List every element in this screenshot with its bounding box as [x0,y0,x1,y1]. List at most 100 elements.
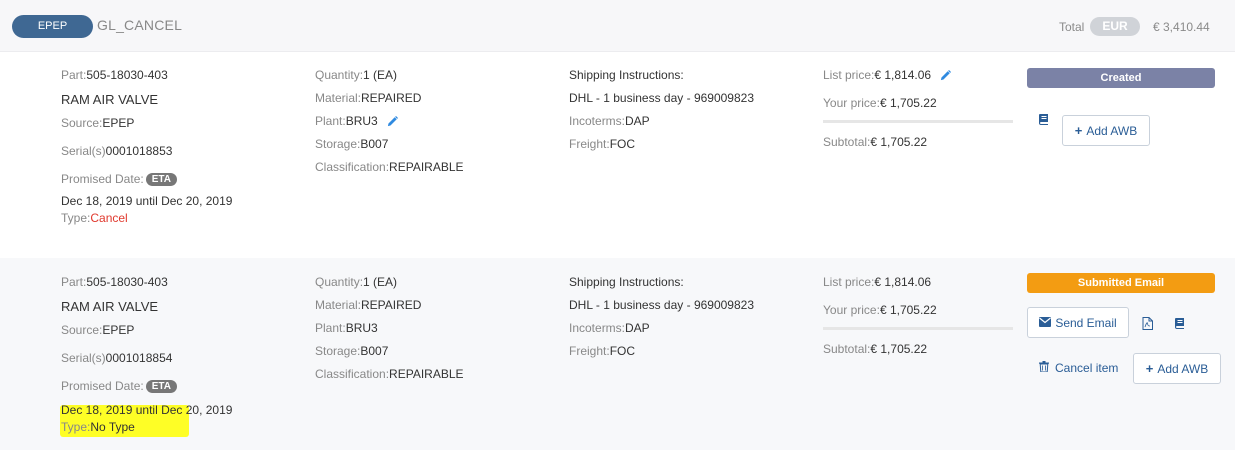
promised-date-row: Promised Date: ETA [61,379,177,401]
plant-row: Plant:BRU3 [315,114,464,137]
incoterms-row: Incoterms:DAP [569,321,754,344]
storage-value: B007 [360,137,389,151]
add-awb-button[interactable]: + Add AWB [1062,115,1150,146]
subtotal-row: Subtotal:€ 1,705.22 [823,342,1013,356]
trash-icon [1039,361,1049,375]
source-value: EPEP [102,116,135,130]
source-label: Source: [61,116,103,130]
edit-plant-pencil-icon[interactable] [387,116,399,130]
incoterms-row: Incoterms:DAP [569,114,754,137]
storage-row: Storage:B007 [315,344,464,367]
source-row: Source:EPEP [61,116,232,144]
serial-row: Serial(s)0001018854 [61,351,177,379]
list-price-value: € 1,814.06 [874,68,932,82]
freight-row: Freight:FOC [569,344,754,358]
edit-price-pencil-icon[interactable] [940,70,952,84]
incoterms-label: Incoterms: [569,114,626,128]
list-price-label: List price: [823,275,875,289]
promised-date-label: Promised Date: [61,379,144,393]
price-divider [823,327,1013,330]
material-row: Material:REPAIRED [315,91,464,114]
order-header: EPEP GL_CANCEL Total EUR € 3,410.44 [0,0,1235,52]
quantity-column: Quantity:1 (EA) Material:REPAIRED Plant:… [315,275,464,381]
total-label: Total [1059,20,1085,34]
quantity-value: 1 (EA) [363,275,398,289]
pdf-file-icon[interactable] [1139,315,1155,331]
book-icon[interactable] [1172,315,1188,331]
material-value: REPAIRED [361,91,422,105]
list-price-label: List price: [823,68,875,82]
shipping-label: Shipping Instructions: [569,275,684,289]
subtotal-value: € 1,705.22 [870,342,928,356]
send-email-button[interactable]: Send Email [1027,307,1129,338]
shipping-value: DHL - 1 business day - 969009823 [569,298,755,312]
total-value: € 3,410.44 [1153,20,1210,34]
quantity-row: Quantity:1 (EA) [315,68,464,91]
promised-dates: Dec 18, 2019 until Dec 20, 2019 [61,403,233,417]
your-price-value: € 1,705.22 [879,96,937,110]
plus-icon: + [1074,123,1083,138]
price-column: List price:€ 1,814.06 Your price:€ 1,705… [823,68,1013,149]
classification-row: Classification:REPAIRABLE [315,367,464,381]
material-value: REPAIRED [361,298,422,312]
customer-code-badge: EPEP [12,15,93,38]
add-awb-button[interactable]: + Add AWB [1133,353,1221,384]
part-description: RAM AIR VALVE [61,92,159,107]
your-price-row: Your price:€ 1,705.22 [823,303,1013,327]
material-label: Material: [315,298,362,312]
part-row: Part:505-18030-403 [61,275,177,299]
shipping-value: DHL - 1 business day - 969009823 [569,91,755,105]
serial-label: Serial(s) [61,144,106,158]
plant-value: BRU3 [345,321,378,335]
plant-label: Plant: [315,114,346,128]
promised-date-row: Promised Date: ETA [61,172,232,194]
storage-value: B007 [360,344,389,358]
plus-icon: + [1145,361,1154,376]
your-price-label: Your price: [823,96,880,110]
storage-row: Storage:B007 [315,137,464,160]
type-value: No Type [90,420,135,434]
part-info-column: Part:505-18030-403 RAM AIR VALVE Source:… [61,275,177,401]
your-price-row: Your price:€ 1,705.22 [823,96,1013,120]
type-row: Type:Cancel [61,211,232,225]
status-badge: Created [1027,68,1215,88]
part-number: 505-18030-403 [86,275,168,289]
order-line-item: Part:505-18030-403 RAM AIR VALVE Source:… [0,258,1235,450]
storage-label: Storage: [315,137,361,151]
serial-label: Serial(s) [61,351,106,365]
part-row: Part:505-18030-403 [61,68,232,92]
subtotal-label: Subtotal: [823,135,871,149]
plant-label: Plant: [315,321,346,335]
part-label: Part: [61,68,87,82]
order-title: GL_CANCEL [97,17,183,33]
book-icon[interactable] [1036,111,1052,127]
cancel-item-button[interactable]: Cancel item [1039,361,1118,375]
order-line-item: Part:505-18030-403 RAM AIR VALVE Source:… [0,52,1235,256]
serial-row: Serial(s)0001018853 [61,144,232,172]
send-email-label: Send Email [1055,315,1117,330]
subtotal-value: € 1,705.22 [870,135,928,149]
freight-value: FOC [609,137,636,151]
price-column: List price:€ 1,814.06 Your price:€ 1,705… [823,275,1013,356]
serial-value: 0001018853 [105,144,173,158]
your-price-label: Your price: [823,303,880,317]
promised-date-label: Promised Date: [61,172,144,186]
freight-value: FOC [609,344,636,358]
subtotal-label: Subtotal: [823,342,871,356]
classification-row: Classification:REPAIRABLE [315,160,464,174]
shipping-label: Shipping Instructions: [569,68,684,82]
quantity-value: 1 (EA) [363,68,398,82]
add-awb-label: Add AWB [1157,361,1209,376]
shipping-column: Shipping Instructions: DHL - 1 business … [569,68,754,151]
promised-dates: Dec 18, 2019 until Dec 20, 2019 [61,194,233,208]
type-row: Type:No Type [61,420,232,434]
list-price-row: List price:€ 1,814.06 [823,275,1013,303]
list-price-value: € 1,814.06 [874,275,932,289]
quantity-row: Quantity:1 (EA) [315,275,464,298]
material-label: Material: [315,91,362,105]
incoterms-value: DAP [625,114,650,128]
status-badge: Submitted Email [1027,273,1215,293]
storage-label: Storage: [315,344,361,358]
part-description: RAM AIR VALVE [61,299,159,314]
classification-label: Classification: [315,160,390,174]
